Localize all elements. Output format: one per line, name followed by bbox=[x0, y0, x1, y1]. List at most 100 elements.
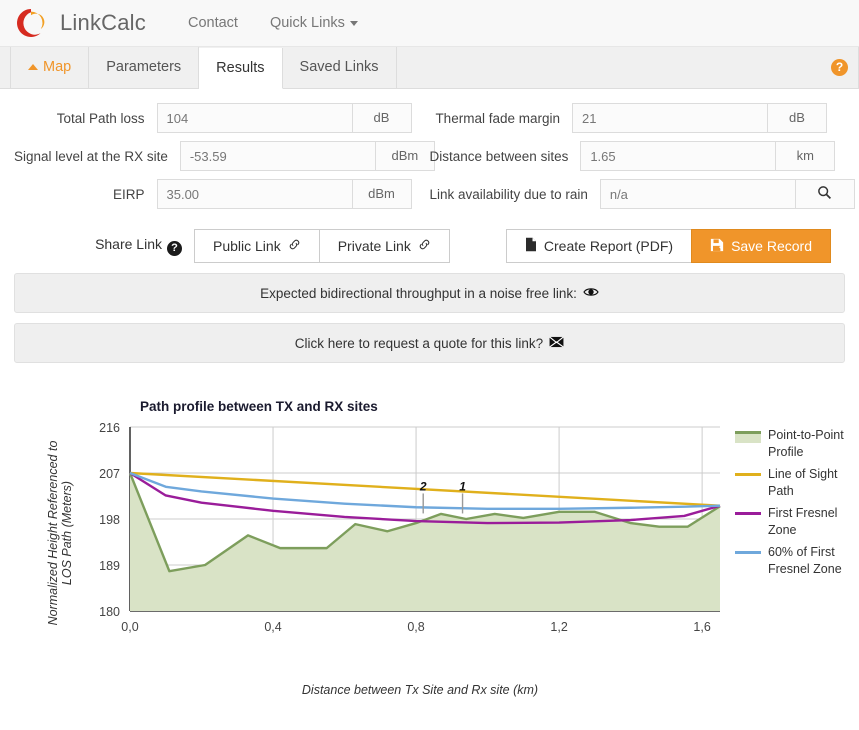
input-group bbox=[599, 179, 859, 209]
field-distance-between-sites: Distance between sites km bbox=[430, 141, 846, 171]
distance-between-sites-input[interactable] bbox=[580, 141, 776, 171]
svg-text:1,2: 1,2 bbox=[550, 620, 567, 634]
private-link-button[interactable]: Private Link bbox=[318, 229, 450, 263]
tab-saved-links[interactable]: Saved Links bbox=[283, 47, 397, 88]
field-label: Link availability due to rain bbox=[429, 186, 588, 202]
search-icon[interactable] bbox=[794, 179, 855, 209]
input-group: km bbox=[580, 141, 853, 171]
legend-item: Point-to-Point Profile bbox=[735, 427, 859, 461]
tab-parameters[interactable]: Parameters bbox=[89, 47, 200, 88]
nav-link-quick-links[interactable]: Quick Links bbox=[254, 15, 374, 31]
input-group: dB bbox=[572, 103, 845, 133]
document-icon bbox=[525, 237, 537, 255]
create-report-button[interactable]: Create Report (PDF) bbox=[505, 229, 693, 263]
total-path-loss-input[interactable] bbox=[156, 103, 352, 133]
share-link-label: Share Link? bbox=[14, 236, 194, 256]
signal-level-rx-input[interactable] bbox=[179, 141, 375, 171]
results-row: Signal level at the RX site dBm Distance… bbox=[14, 141, 845, 171]
actions-row: Share Link? Public Link Private Link Cre… bbox=[0, 217, 859, 263]
field-total-path-loss: Total Path loss dB bbox=[14, 103, 430, 133]
svg-text:189: 189 bbox=[99, 559, 120, 573]
brand-title: LinkCalc bbox=[60, 10, 146, 35]
eye-icon bbox=[583, 286, 599, 301]
nav-links: Contact Quick Links bbox=[172, 15, 374, 31]
envelope-icon bbox=[549, 336, 564, 351]
legend-item: First Fresnel Zone bbox=[735, 505, 859, 539]
svg-text:0,4: 0,4 bbox=[264, 620, 281, 634]
field-eirp: EIRP dBm bbox=[14, 179, 430, 209]
link-icon bbox=[288, 238, 301, 254]
legend-swatch bbox=[735, 551, 761, 554]
link-availability-rain-input[interactable] bbox=[599, 179, 795, 209]
share-help-icon[interactable]: ? bbox=[167, 241, 182, 256]
link-icon bbox=[418, 238, 431, 254]
svg-text:1,6: 1,6 bbox=[693, 620, 710, 634]
legend-item: Line of Sight Path bbox=[735, 466, 859, 500]
public-link-button[interactable]: Public Link bbox=[194, 229, 320, 263]
share-link-text: Share Link bbox=[95, 236, 162, 252]
save-record-label: Save Record bbox=[731, 238, 812, 254]
document-button-group: Create Report (PDF) Save Record bbox=[505, 229, 831, 263]
nav-link-contact[interactable]: Contact bbox=[172, 15, 254, 31]
help-icon[interactable]: ? bbox=[831, 59, 848, 76]
tab-map[interactable]: Map bbox=[10, 47, 90, 88]
svg-text:207: 207 bbox=[99, 467, 120, 481]
chevron-down-icon bbox=[349, 20, 358, 26]
thermal-fade-margin-input[interactable] bbox=[572, 103, 767, 133]
legend-label: Point-to-Point Profile bbox=[768, 428, 844, 459]
svg-text:1: 1 bbox=[459, 479, 466, 493]
tab-filler bbox=[397, 47, 859, 88]
public-link-label: Public Link bbox=[213, 238, 281, 254]
legend-swatch bbox=[735, 473, 761, 476]
input-group: dB bbox=[156, 103, 430, 133]
quote-notice[interactable]: Click here to request a quote for this l… bbox=[14, 323, 845, 363]
tab-map-label: Map bbox=[43, 59, 72, 75]
tab-parameters-label: Parameters bbox=[106, 59, 182, 75]
eirp-input[interactable] bbox=[156, 179, 352, 209]
svg-text:180: 180 bbox=[99, 605, 120, 619]
svg-text:0,0: 0,0 bbox=[121, 620, 138, 634]
unit-addon: dB bbox=[351, 103, 412, 133]
legend-swatch bbox=[735, 431, 761, 443]
top-navbar: LinkCalc Contact Quick Links bbox=[0, 0, 859, 47]
create-report-label: Create Report (PDF) bbox=[543, 238, 674, 254]
field-label: Total Path loss bbox=[56, 110, 145, 126]
unit-addon: km bbox=[775, 141, 836, 171]
field-label: Distance between sites bbox=[429, 148, 569, 164]
quote-notice-text: Click here to request a quote for this l… bbox=[294, 335, 544, 351]
results-row: Total Path loss dB Thermal fade margin d… bbox=[14, 103, 845, 133]
svg-text:216: 216 bbox=[99, 421, 120, 435]
svg-text:2: 2 bbox=[419, 479, 427, 493]
svg-text:0,8: 0,8 bbox=[407, 620, 424, 634]
throughput-notice-text: Expected bidirectional throughput in a n… bbox=[260, 285, 577, 301]
input-group: dBm bbox=[179, 141, 453, 171]
path-profile-chart: Path profile between TX and RX sites Nor… bbox=[0, 389, 859, 709]
unit-addon: dB bbox=[767, 103, 827, 133]
tab-results-label: Results bbox=[216, 60, 265, 76]
svg-text:198: 198 bbox=[99, 513, 120, 527]
save-record-button[interactable]: Save Record bbox=[691, 229, 831, 263]
field-label: Thermal fade margin bbox=[435, 110, 560, 126]
throughput-notice[interactable]: Expected bidirectional throughput in a n… bbox=[14, 273, 845, 313]
chart-legend: Point-to-Point Profile Line of Sight Pat… bbox=[735, 427, 859, 583]
field-label: Signal level at the RX site bbox=[14, 148, 168, 164]
tab-bar: Map Parameters Results Saved Links ? bbox=[0, 47, 859, 89]
legend-label: Line of Sight Path bbox=[768, 467, 838, 498]
chart-plot-area: 180 189 198 207 216 0,0 0,4 0,8 1,2 1,6 2 1 bbox=[99, 421, 721, 634]
app-logo bbox=[14, 6, 48, 40]
tab-saved-links-label: Saved Links bbox=[299, 59, 379, 75]
field-signal-level-rx: Signal level at the RX site dBm bbox=[14, 141, 435, 171]
legend-label: First Fresnel Zone bbox=[768, 506, 838, 537]
nav-link-contact-label: Contact bbox=[187, 15, 238, 31]
tab-results[interactable]: Results bbox=[199, 48, 283, 89]
field-link-availability-rain: Link availability due to rain bbox=[429, 179, 855, 209]
legend-label: 60% of First Fresnel Zone bbox=[768, 545, 842, 576]
private-link-label: Private Link bbox=[337, 238, 411, 254]
share-button-group: Public Link Private Link bbox=[194, 229, 450, 263]
nav-link-quick-links-label: Quick Links bbox=[269, 15, 345, 31]
unit-addon: dBm bbox=[374, 141, 435, 171]
save-icon bbox=[710, 238, 724, 255]
field-label: EIRP bbox=[112, 186, 145, 202]
unit-addon: dBm bbox=[351, 179, 412, 209]
field-thermal-fade-margin: Thermal fade margin dB bbox=[430, 103, 846, 133]
